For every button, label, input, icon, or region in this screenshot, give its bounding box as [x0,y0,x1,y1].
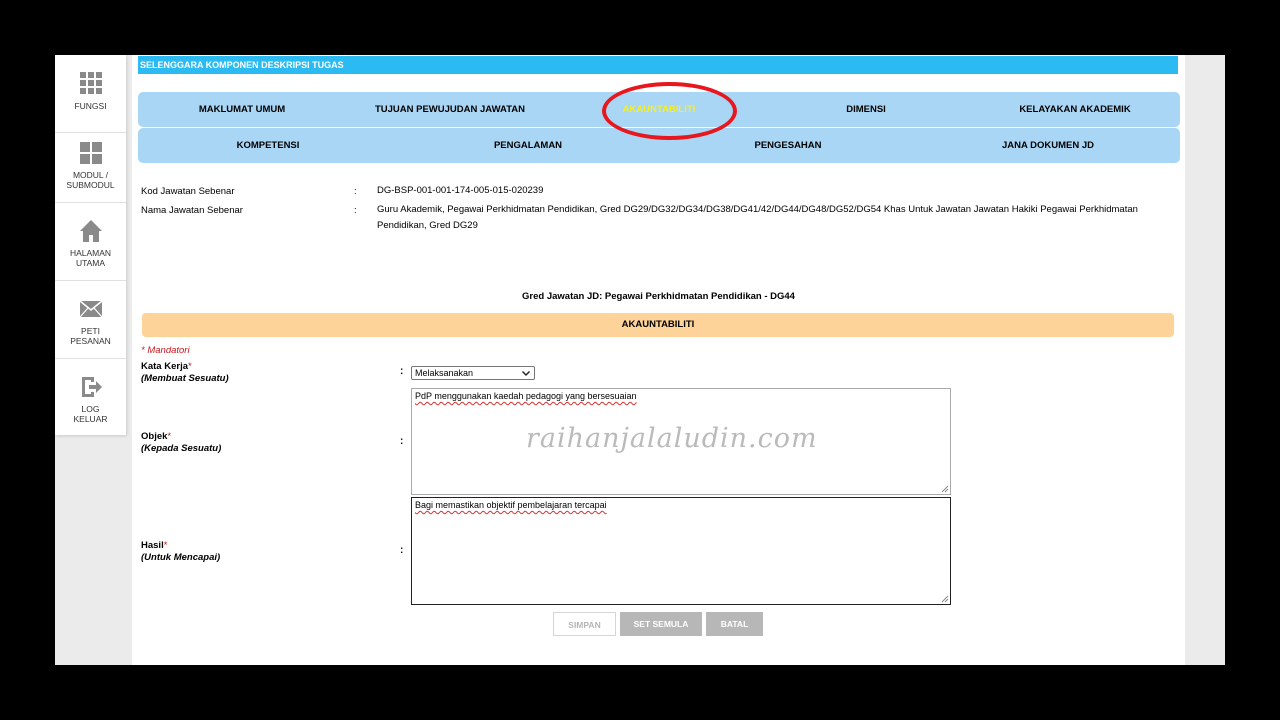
sidebar-item-halaman-utama[interactable]: HALAMAN UTAMA [55,203,126,281]
sidebar: FUNGSI MODUL / SUBMODUL HALAMAN UTAMA PE… [55,55,126,435]
gred-jawatan-line: Gred Jawatan JD: Pegawai Perkhidmatan Pe… [522,291,795,302]
kata-kerja-selected: Melaksanakan [415,368,474,378]
kata-kerja-colon: : [400,366,404,377]
section-title: AKAUNTABILITI [142,313,1174,337]
tab-pengalaman[interactable]: PENGALAMAN [494,128,562,163]
objek-text: PdP menggunakan kaedah pedagogi yang ber… [415,391,637,401]
sidebar-item-label-2: PESANAN [70,336,111,346]
required-mark: * [188,361,192,372]
envelope-icon [79,300,103,318]
modules-icon [80,142,102,164]
grid-icon [80,72,102,94]
objek-sublabel: (Kepada Sesuatu) [141,443,222,454]
objek-label-group: Objek* (Kepada Sesuatu) [141,431,221,455]
nama-jawatan-label: Nama Jawatan Sebenar [141,205,243,216]
nama-jawatan-value: Guru Akademik, Pegawai Perkhidmatan Pend… [377,204,1138,231]
tab-pengesahan[interactable]: PENGESAHAN [754,128,821,163]
set-semula-button[interactable]: SET SEMULA [620,612,702,636]
sidebar-item-label: LOG [81,404,100,414]
kata-kerja-select[interactable]: Melaksanakan [411,366,535,380]
home-icon [80,220,102,242]
kod-jawatan-colon: : [354,186,357,197]
right-gutter [1185,55,1225,665]
tab-kelayakan-akademik[interactable]: KELAYAKAN AKADEMIK [1019,92,1130,127]
sidebar-item-label-2: UTAMA [75,258,106,268]
hasil-label: Hasil [141,540,164,551]
hasil-label-group: Hasil* (Untuk Mencapai) [141,540,220,564]
sidebar-item-label: FUNGSI [74,101,107,111]
tab-jana-dokumen-jd[interactable]: JANA DOKUMEN JD [1002,128,1094,163]
sidebar-item-label: PETI [81,326,100,336]
hasil-text: Bagi memastikan objektif pembelajaran te… [415,500,607,510]
resize-grip-icon[interactable] [941,485,949,493]
hasil-colon: : [400,545,404,556]
tab-maklumat-umum[interactable]: MAKLUMAT UMUM [199,92,285,127]
nama-jawatan-colon: : [354,205,357,216]
hasil-sublabel: (Untuk Mencapai) [141,552,221,563]
logout-icon [82,377,102,397]
app-screen: FUNGSI MODUL / SUBMODUL HALAMAN UTAMA PE… [55,55,1225,665]
required-mark: * [167,431,172,442]
simpan-button[interactable]: SIMPAN [553,612,616,636]
batal-button[interactable]: BATAL [706,612,763,636]
tab-tujuan-pewujudan-jawatan[interactable]: TUJUAN PEWUJUDAN JAWATAN [375,92,525,127]
tab-dimensi[interactable]: DIMENSI [846,92,886,127]
mandatori-note: * Mandatori [141,345,190,356]
hasil-textarea[interactable]: Bagi memastikan objektif pembelajaran te… [411,497,951,605]
sidebar-item-fungsi[interactable]: FUNGSI [55,55,126,133]
kod-jawatan-label: Kod Jawatan Sebenar [141,186,235,197]
main-panel: SELENGGARA KOMPONEN DESKRIPSI TUGAS MAKL… [132,55,1185,665]
kata-kerja-label-group: Kata Kerja* (Membuat Sesuatu) [141,361,229,385]
sidebar-item-log-keluar[interactable]: LOG KELUAR [55,359,126,437]
sidebar-item-label: HALAMAN [69,248,112,258]
watermark: raihanjalaludin.com [526,423,818,454]
page-title: SELENGGARA KOMPONEN DESKRIPSI TUGAS [138,56,1178,74]
chevron-down-icon [522,371,530,376]
sidebar-item-modul[interactable]: MODUL / SUBMODUL [55,125,126,203]
required-mark: * [163,540,168,551]
kod-jawatan-value: DG-BSP-001-001-174-005-015-020239 [377,185,544,196]
objek-label: Objek [141,431,168,442]
sidebar-item-label: MODUL / [72,170,109,180]
kata-kerja-sublabel: (Membuat Sesuatu) [141,373,229,384]
objek-colon: : [400,436,404,447]
kata-kerja-label: Kata Kerja [141,361,188,372]
sidebar-item-peti-pesanan[interactable]: PETI PESANAN [55,281,126,359]
resize-grip-icon[interactable] [941,595,949,603]
sidebar-item-label-2: KELUAR [73,414,108,424]
highlight-ring [602,82,737,140]
sidebar-item-label-2: SUBMODUL [66,180,115,190]
tab-kompetensi[interactable]: KOMPETENSI [237,128,300,163]
